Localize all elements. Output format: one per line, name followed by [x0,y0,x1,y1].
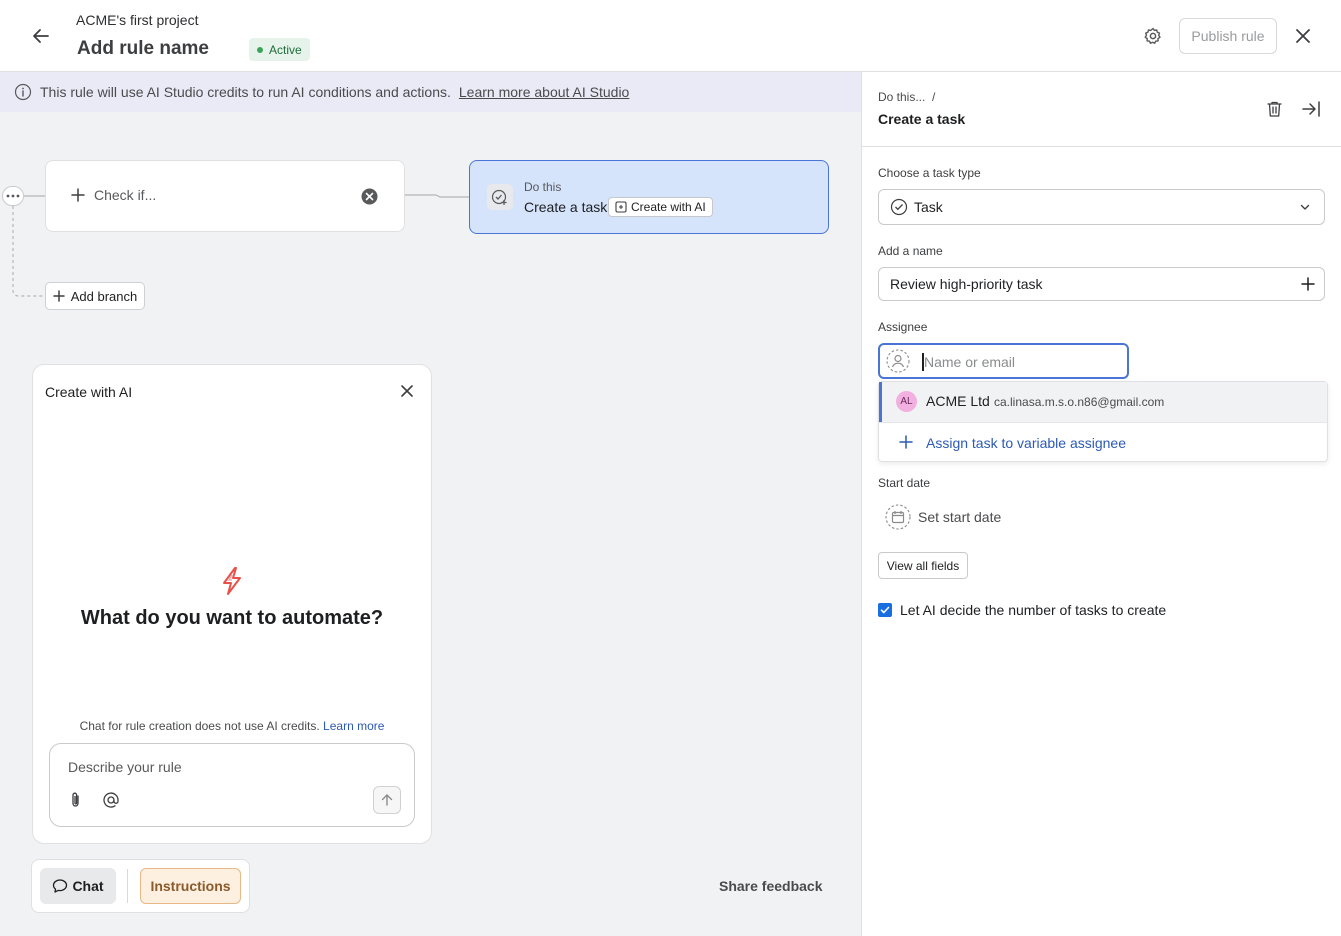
learn-more-ai-studio-link[interactable]: Learn more about AI Studio [459,84,629,100]
delete-action-button[interactable] [1266,100,1283,118]
bolt-icon [223,567,241,595]
assignee-option-name: ACME Ltd [926,393,990,409]
view-all-fields-button[interactable]: View all fields [878,552,968,579]
tab-divider [127,869,128,903]
dropdown-divider [879,422,1327,423]
attach-button[interactable] [68,791,84,809]
describe-rule-input[interactable] [49,743,415,827]
task-name-label: Add a name [878,244,943,258]
ai-decide-checkbox[interactable] [878,603,892,617]
assignee-label: Assignee [878,320,928,334]
ai-credits-note: Chat for rule creation does not use AI c… [32,719,432,733]
settings-button[interactable] [1143,26,1163,46]
ai-create-icon [615,201,627,213]
task-type-select[interactable] [878,189,1325,225]
paperclip-icon [72,792,79,807]
status-badge: Active [249,38,310,61]
status-label: Active [269,42,302,57]
panel-divider [862,146,1341,147]
at-icon [103,792,119,808]
project-name[interactable]: ACME's first project [76,12,198,28]
create-with-ai-chip-label: Create with AI [631,200,706,214]
assign-variable-assignee-option[interactable]: Assign task to variable assignee [926,435,1126,451]
avatar: AL [896,391,917,412]
connector-menu-button[interactable] [2,186,24,206]
plus-icon [71,188,85,202]
panel-title: Create a task [878,111,966,127]
info-text: This rule will use AI Studio credits to … [40,84,451,100]
ai-credits-note-text: Chat for rule creation does not use AI c… [79,719,320,733]
clear-circle-icon [361,188,378,205]
publish-rule-button[interactable]: Publish rule [1179,18,1277,54]
close-icon [401,385,413,397]
task-check-icon [890,198,908,216]
do-this-caption: Do this [524,180,562,194]
learn-more-link[interactable]: Learn more [323,719,384,733]
describe-rule-placeholder: Describe your rule [68,759,182,775]
calendar-icon[interactable] [885,504,911,530]
add-branch-button[interactable]: Add branch [45,282,145,310]
arrow-up-icon [381,794,393,806]
more-dots-icon [6,194,20,198]
mention-button[interactable] [102,791,120,809]
plus-icon [1301,277,1315,291]
task-check-icon [491,189,507,205]
breadcrumb[interactable]: Do this... / [878,90,935,104]
assignee-placeholder: Name or email [924,354,1016,370]
ai-panel-close-button[interactable] [399,383,415,399]
insert-variable-button[interactable] [1301,277,1315,291]
back-button[interactable] [28,24,56,48]
ai-panel-heading: What do you want to automate? [80,607,384,629]
task-type-label: Choose a task type [878,166,981,180]
create-with-ai-chip[interactable]: Create with AI [608,197,713,217]
send-button[interactable] [373,786,401,814]
checkbox-check-icon [880,606,890,614]
plus-icon [899,435,913,449]
header [0,0,1341,72]
assignee-option-email: ca.linasa.m.s.o.n86@gmail.com [994,395,1165,409]
chevron-down-icon [1300,204,1310,210]
collapse-panel-button[interactable] [1301,100,1321,118]
info-icon [14,83,32,101]
do-this-icon-box [487,184,513,210]
close-icon [1296,29,1310,43]
back-arrow-icon [33,29,49,43]
plus-icon [53,290,65,302]
tab-chat-label: Chat [72,878,104,894]
status-dot [257,46,263,53]
collapse-panel-icon [1302,101,1320,117]
set-start-date-button[interactable]: Set start date [918,509,1001,525]
tab-instructions[interactable]: Instructions [140,868,241,904]
start-date-label: Start date [878,476,931,490]
chat-bubble-icon [53,879,68,893]
do-this-title: Create a task [524,199,608,215]
close-button[interactable] [1293,26,1313,46]
gear-icon [1144,27,1161,44]
ai-panel-title: Create with AI [45,384,133,400]
trash-icon [1267,101,1282,117]
share-feedback-button[interactable]: Share feedback [719,878,823,894]
add-branch-label: Add branch [70,288,138,304]
ai-credits-info-bar: This rule will use AI Studio credits to … [0,72,861,112]
task-name-value: Review high-priority task [890,276,1043,292]
check-if-label: Check if... [94,187,157,203]
rule-name[interactable]: Add rule name [77,38,209,60]
ai-decide-checkbox-label[interactable]: Let AI decide the number of tasks to cre… [900,602,1166,618]
remove-condition-button[interactable] [361,188,378,205]
tab-chat[interactable]: Chat [40,868,116,904]
user-placeholder-icon [886,349,910,373]
task-type-value: Task [914,199,943,215]
